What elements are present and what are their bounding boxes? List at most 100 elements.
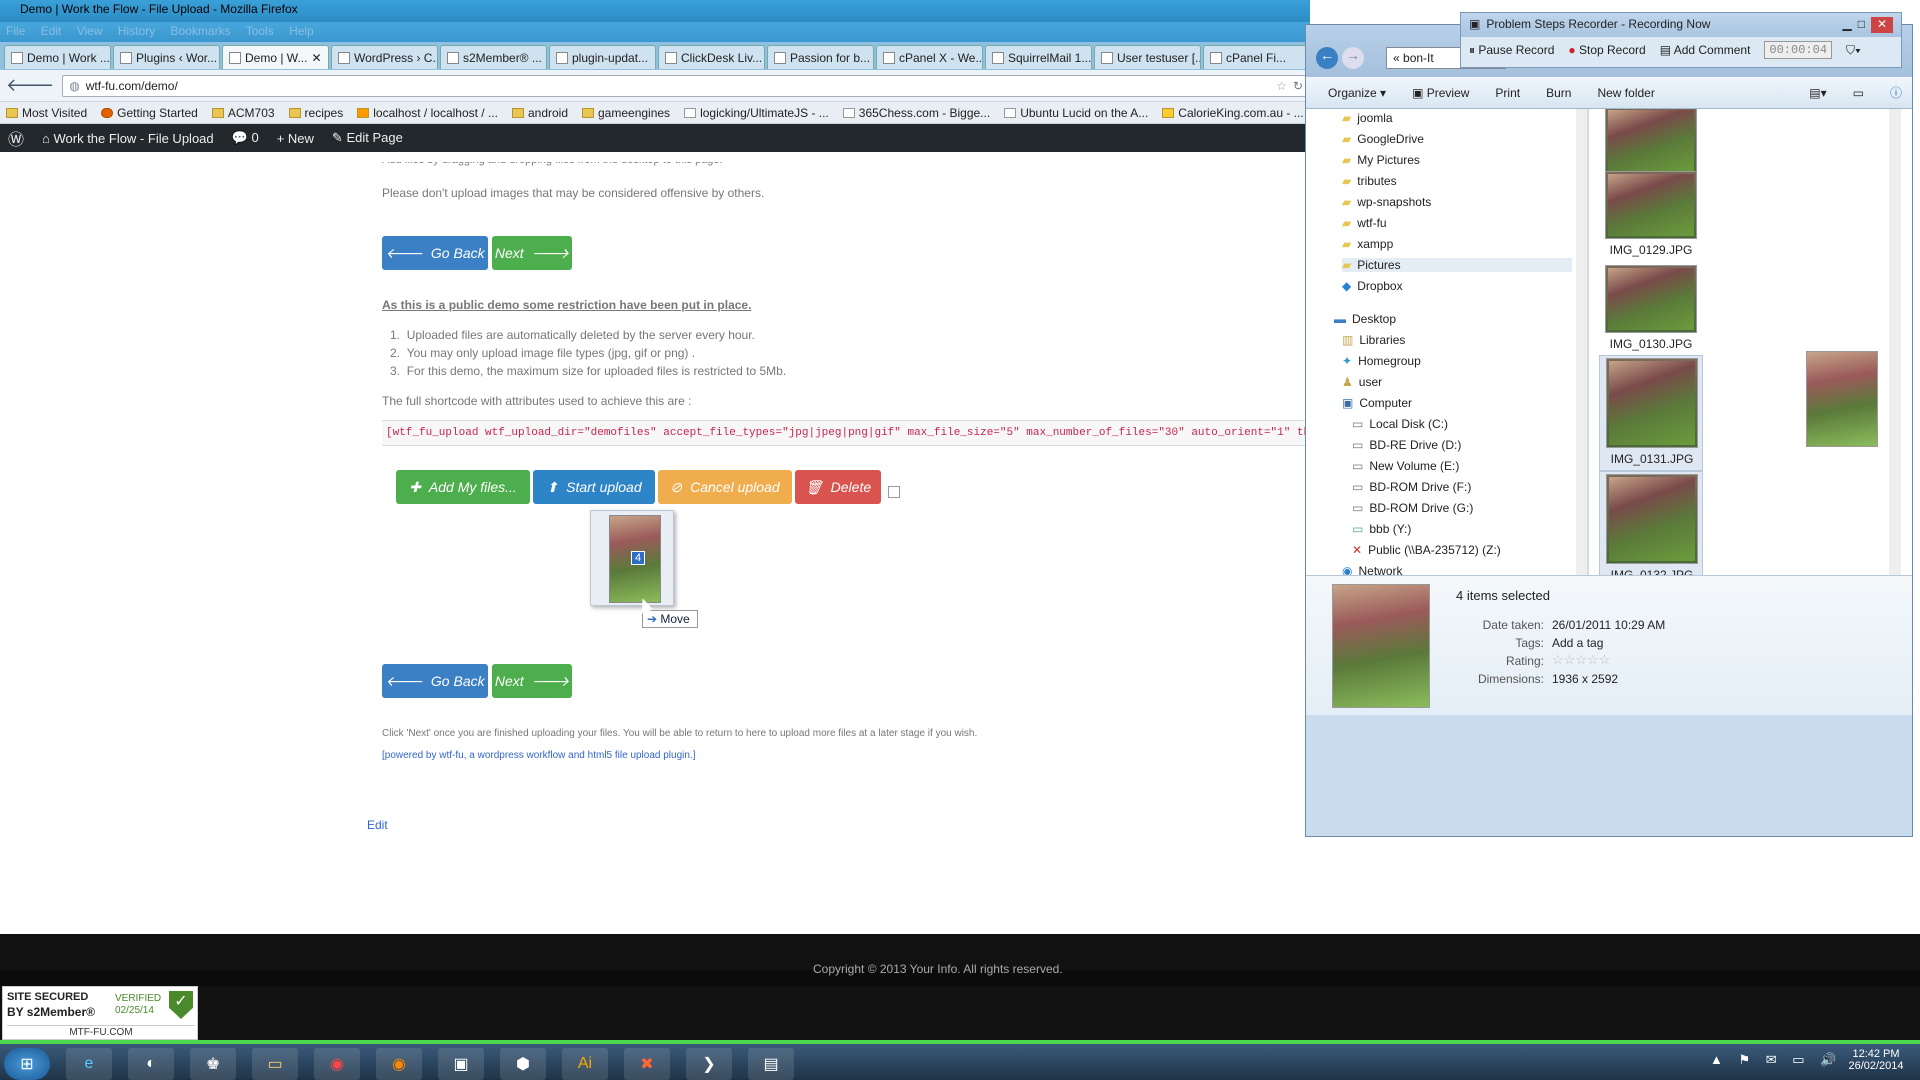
close-icon[interactable]: ✕ bbox=[1870, 17, 1893, 33]
tags-field[interactable]: Add a tag bbox=[1552, 636, 1603, 650]
browser-tab[interactable]: plugin-updat... bbox=[549, 45, 656, 69]
organize-menu[interactable]: Organize ▾ bbox=[1328, 86, 1386, 100]
tree-item[interactable]: ▥ Libraries bbox=[1342, 333, 1405, 347]
tree-item[interactable]: ▭ bbb (Y:) bbox=[1352, 522, 1411, 536]
star-icon[interactable]: ☆ bbox=[1575, 652, 1587, 667]
rating-stars[interactable]: ☆☆☆☆☆ bbox=[1552, 652, 1610, 668]
browser-tab[interactable]: cPanel Fi... bbox=[1203, 45, 1310, 69]
menu-tools[interactable]: Tools bbox=[246, 24, 274, 38]
file-thumbnail[interactable]: IMG_0129.JPG bbox=[1599, 169, 1703, 261]
browser-tab[interactable]: User testuser [... bbox=[1094, 45, 1201, 69]
browser-tab[interactable]: Passion for b... bbox=[767, 45, 874, 69]
start-upload-button[interactable]: ⬆ Start upload bbox=[533, 470, 655, 504]
browser-tab[interactable]: cPanel X - We... bbox=[876, 45, 983, 69]
tree-item[interactable]: ▰ joomla bbox=[1342, 111, 1393, 125]
browser-tab[interactable]: s2Member® ... bbox=[440, 45, 547, 69]
taskbar-app[interactable]: ♚ bbox=[190, 1048, 236, 1080]
start-button[interactable]: ⊞ bbox=[4, 1048, 50, 1080]
tree-item[interactable]: ▭ BD-ROM Drive (G:) bbox=[1352, 501, 1473, 515]
add-files-button[interactable]: ✚ Add My files... bbox=[396, 470, 530, 504]
taskbar-psr[interactable]: ▤ bbox=[748, 1048, 794, 1080]
taskbar-app[interactable]: ⬢ bbox=[500, 1048, 546, 1080]
edit-page-link[interactable]: ✎ Edit Page bbox=[332, 130, 403, 146]
bookmark-item[interactable]: ACM703 bbox=[211, 106, 275, 120]
bookmark-item[interactable]: logicking/UltimateJS - ... bbox=[684, 106, 829, 120]
tree-item[interactable]: ▣ Computer bbox=[1342, 396, 1412, 410]
tree-item[interactable]: ▰ xampp bbox=[1342, 237, 1393, 251]
taskbar-firefox[interactable]: ◉ bbox=[376, 1048, 422, 1080]
browser-tab[interactable]: Plugins ‹ Wor... bbox=[113, 45, 220, 69]
star-icon[interactable]: ☆ bbox=[1564, 652, 1576, 667]
tree-item[interactable]: ▰ wtf-fu bbox=[1342, 216, 1387, 230]
tree-item[interactable]: ♟ user bbox=[1342, 375, 1382, 389]
bookmark-item[interactable]: Getting Started bbox=[101, 106, 198, 120]
menu-edit[interactable]: Edit bbox=[41, 24, 62, 38]
preview-button[interactable]: ▣ Preview bbox=[1412, 86, 1469, 100]
maximize-icon[interactable]: □ bbox=[1858, 17, 1865, 33]
system-tray[interactable]: ▲ ⚑ ✉ ▭ 🔊 bbox=[1710, 1052, 1842, 1068]
url-bar[interactable]: ◍ wtf-fu.com/demo/ ☆ ↻ bbox=[62, 74, 1310, 97]
select-all-checkbox[interactable] bbox=[888, 486, 900, 498]
taskbar-chrome[interactable]: ◉ bbox=[314, 1048, 360, 1080]
taskbar-app[interactable]: ◐ bbox=[128, 1048, 174, 1080]
menu-history[interactable]: History bbox=[118, 24, 155, 38]
next-button-bottom[interactable]: Next 🡒 bbox=[492, 664, 572, 698]
s2member-seal[interactable]: SITE SECURED BY s2Member® VERIFIED 02/25… bbox=[2, 986, 198, 1040]
taskbar-ie[interactable]: e bbox=[66, 1048, 112, 1080]
comments-link[interactable]: 💬 0 bbox=[232, 130, 259, 146]
bookmark-item[interactable]: gameengines bbox=[582, 106, 670, 120]
star-icon[interactable]: ☆ bbox=[1587, 652, 1599, 667]
print-button[interactable]: Print bbox=[1495, 86, 1520, 100]
menu-bookmarks[interactable]: Bookmarks bbox=[171, 24, 231, 38]
tree-item[interactable]: ◉ Network bbox=[1342, 564, 1403, 575]
browser-tab[interactable]: SquirrelMail 1... bbox=[985, 45, 1092, 69]
go-back-button[interactable]: 🡐 Go Back bbox=[382, 236, 488, 270]
back-arrow-icon[interactable]: ← bbox=[1316, 47, 1338, 69]
tree-item[interactable]: ▰ tributes bbox=[1342, 174, 1397, 188]
tree-item[interactable]: ✕ Public (\\BA-235712) (Z:) bbox=[1352, 543, 1501, 557]
bookmark-star-icon[interactable]: ☆ bbox=[1276, 79, 1287, 93]
next-button[interactable]: Next 🡒 bbox=[492, 236, 572, 270]
browser-tab[interactable]: WordPress › C... bbox=[331, 45, 438, 69]
pause-record-button[interactable]: ⏸ Pause Record bbox=[1469, 43, 1554, 58]
menu-file[interactable]: File bbox=[6, 24, 25, 38]
tree-item[interactable]: ✦ Homegroup bbox=[1342, 354, 1421, 368]
new-folder-button[interactable]: New folder bbox=[1597, 86, 1654, 100]
taskbar-powershell[interactable]: ❯ bbox=[686, 1048, 732, 1080]
bookmark-item[interactable]: recipes bbox=[288, 106, 343, 120]
minimize-icon[interactable]: ▁ bbox=[1842, 17, 1851, 33]
tree-item[interactable]: ▭ Local Disk (C:) bbox=[1352, 417, 1448, 431]
tree-item[interactable]: ▭ BD-RE Drive (D:) bbox=[1352, 438, 1461, 452]
site-name-link[interactable]: ⌂ Work the Flow - File Upload bbox=[42, 131, 214, 146]
bookmark-item[interactable]: 365Chess.com - Bigge... bbox=[842, 106, 990, 120]
edit-link[interactable]: Edit bbox=[367, 818, 388, 832]
file-thumbnail[interactable]: IMG_0130.JPG bbox=[1599, 263, 1703, 355]
menu-view[interactable]: View bbox=[77, 24, 103, 38]
view-options-icon[interactable]: ▤▾ bbox=[1809, 86, 1826, 100]
bookmark-item[interactable]: Ubuntu Lucid on the A... bbox=[1004, 106, 1148, 120]
url-text[interactable]: wtf-fu.com/demo/ bbox=[86, 79, 178, 93]
star-icon[interactable]: ☆ bbox=[1552, 652, 1564, 667]
browser-tab-active[interactable]: Demo | W... ✕ bbox=[222, 45, 329, 69]
taskbar-xampp[interactable]: ✖ bbox=[624, 1048, 670, 1080]
delete-button[interactable]: 🗑 Delete bbox=[795, 470, 881, 504]
tree-item[interactable]: ▭ BD-ROM Drive (F:) bbox=[1352, 480, 1471, 494]
cancel-upload-button[interactable]: ⊘ Cancel upload bbox=[658, 470, 792, 504]
go-back-button-bottom[interactable]: 🡐 Go Back bbox=[382, 664, 488, 698]
star-icon[interactable]: ☆ bbox=[1599, 652, 1611, 667]
taskbar-app[interactable]: ▣ bbox=[438, 1048, 484, 1080]
add-comment-button[interactable]: ▤ Add Comment bbox=[1660, 43, 1751, 57]
file-thumbnail[interactable]: IMG_0131.JPG bbox=[1599, 355, 1703, 471]
tree-item[interactable]: ▰ My Pictures bbox=[1342, 153, 1420, 167]
wordpress-logo-icon[interactable]: Ⓦ bbox=[8, 126, 24, 150]
help-icon[interactable]: ⓘ bbox=[1890, 84, 1902, 101]
taskbar-explorer[interactable]: ▭ bbox=[252, 1048, 298, 1080]
powered-by-link[interactable]: [powered by wtf-fu, a wordpress workflow… bbox=[382, 750, 696, 761]
menu-help[interactable]: Help bbox=[289, 24, 314, 38]
file-scrollbar[interactable] bbox=[1889, 109, 1901, 575]
new-content-link[interactable]: + New bbox=[277, 131, 314, 146]
forward-arrow-icon[interactable]: → bbox=[1342, 47, 1364, 69]
browser-tab[interactable]: Demo | Work ... bbox=[4, 45, 111, 69]
clock[interactable]: 12:42 PM 26/02/2014 bbox=[1836, 1048, 1916, 1072]
tree-item[interactable]: ▰ Pictures bbox=[1342, 258, 1572, 272]
